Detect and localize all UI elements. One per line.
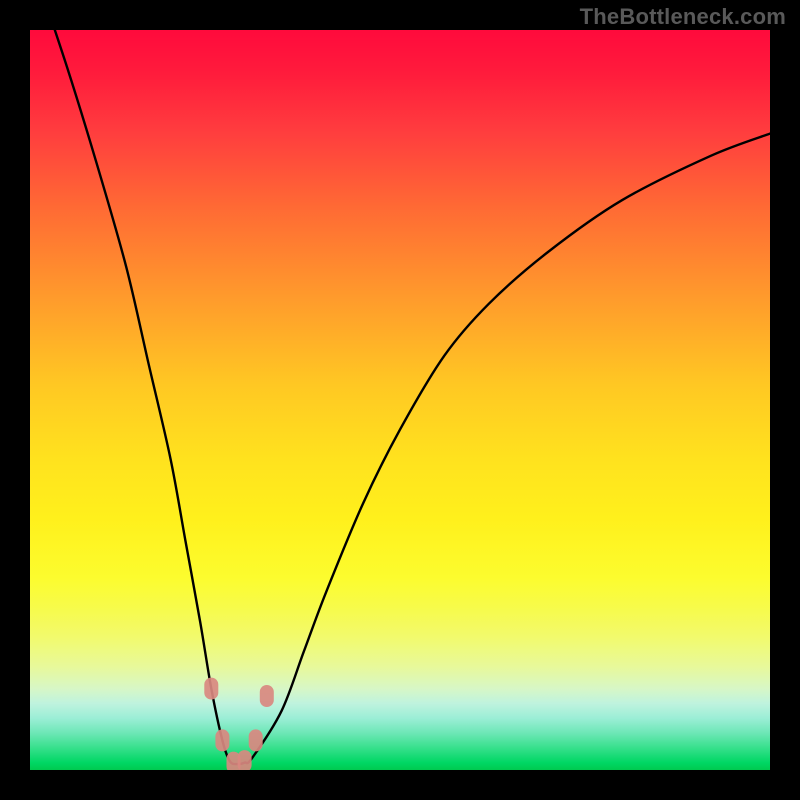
marker-5 [249,729,263,751]
curve-layer [30,30,770,770]
markers-group [204,678,273,770]
marker-1 [204,678,218,700]
marker-6 [260,685,274,707]
bottleneck-curve [30,30,770,764]
marker-2 [215,729,229,751]
plot-area [30,30,770,770]
marker-4 [238,750,252,770]
chart-frame: TheBottleneck.com [0,0,800,800]
watermark-text: TheBottleneck.com [580,4,786,30]
